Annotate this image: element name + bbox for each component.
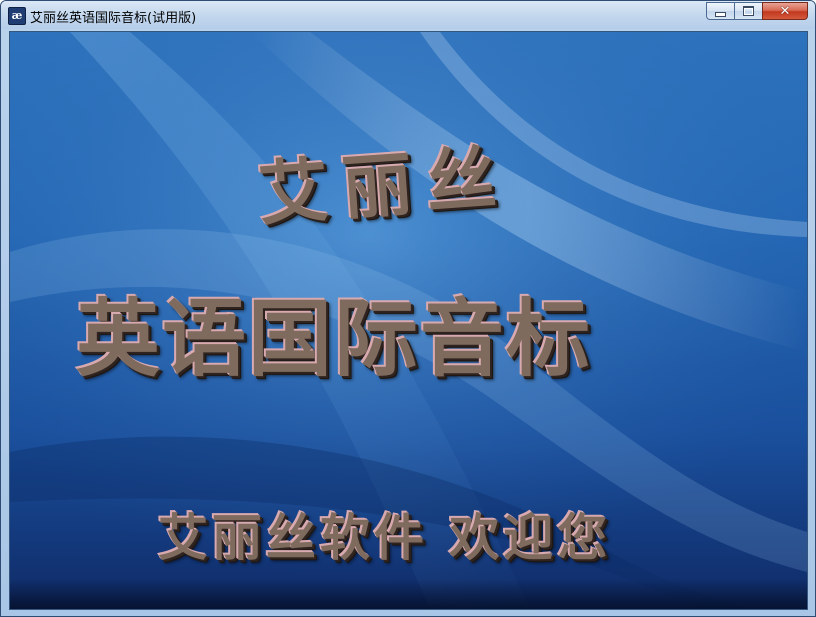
splash-welcome-text: 艾丽丝软件 欢迎您: [158, 508, 612, 567]
window-title: 艾丽丝英语国际音标(试用版): [30, 11, 197, 26]
splash-title-product: 英语国际音标: [76, 289, 593, 388]
close-button[interactable]: ✕: [762, 2, 808, 20]
splash-title-brand: 艾丽丝: [255, 135, 513, 236]
minimize-button[interactable]: [706, 2, 734, 20]
close-icon: ✕: [779, 3, 791, 19]
ae-logo-icon[interactable]: æ: [8, 7, 26, 25]
app-window: æ 艾丽丝英语国际音标(试用版) ✕ 艾丽丝 英语国际音标 艾丽丝软件 欢迎您: [0, 0, 816, 617]
maximize-icon: [743, 6, 754, 16]
splash-panel[interactable]: 艾丽丝 英语国际音标 艾丽丝软件 欢迎您: [9, 31, 808, 610]
bottom-shade: [10, 579, 807, 609]
minimize-icon: [715, 11, 726, 17]
caption-buttons: ✕: [706, 2, 808, 21]
maximize-button[interactable]: [734, 2, 762, 20]
title-bar[interactable]: æ 艾丽丝英语国际音标(试用版) ✕: [1, 1, 815, 29]
